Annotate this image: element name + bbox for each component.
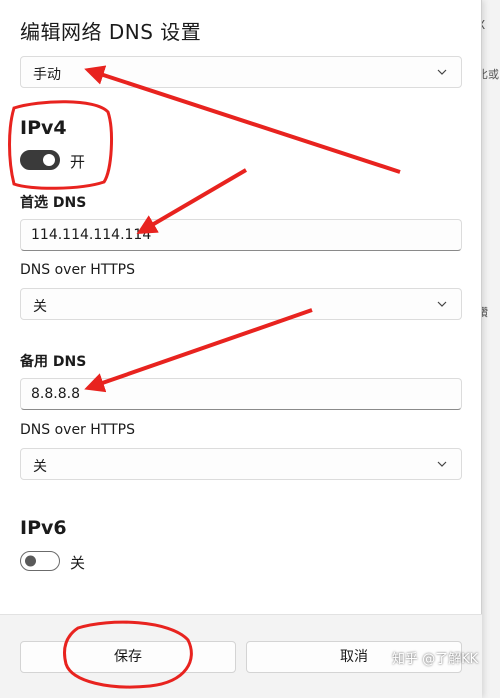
toggle-knob xyxy=(43,154,55,166)
dns-mode-value: 手动 xyxy=(33,67,61,83)
dialog-title: 编辑网络 DNS 设置 xyxy=(20,20,202,44)
ipv4-heading: IPv4 xyxy=(20,117,67,139)
ipv4-toggle-label: 开 xyxy=(70,153,86,171)
preferred-doh-value: 关 xyxy=(33,299,47,315)
chevron-down-icon xyxy=(437,301,447,307)
watermark: 知乎 @了解KK xyxy=(392,652,479,667)
preferred-dns-label: 首选 DNS xyxy=(20,195,87,211)
edit-dns-dialog: 编辑网络 DNS 设置 手动 IPv4 开 首选 DNS 114.114.114… xyxy=(0,0,482,698)
alternate-dns-label: 备用 DNS xyxy=(20,354,87,370)
ipv6-toggle-label: 关 xyxy=(70,554,86,572)
dns-mode-select[interactable]: 手动 xyxy=(20,56,462,88)
ipv6-heading: IPv6 xyxy=(20,517,67,539)
chevron-down-icon xyxy=(437,69,447,75)
ipv6-toggle[interactable] xyxy=(20,551,60,571)
alternate-doh-value: 关 xyxy=(33,459,47,475)
preferred-dns-input[interactable]: 114.114.114.114 xyxy=(20,219,462,251)
ipv4-toggle[interactable] xyxy=(20,150,60,170)
alternate-doh-label: DNS over HTTPS xyxy=(20,422,135,438)
alternate-doh-select[interactable]: 关 xyxy=(20,448,462,480)
chevron-down-icon xyxy=(437,461,447,467)
preferred-doh-select[interactable]: 关 xyxy=(20,288,462,320)
toggle-knob xyxy=(25,555,36,567)
preferred-doh-label: DNS over HTTPS xyxy=(20,262,135,278)
alternate-dns-input[interactable]: 8.8.8.8 xyxy=(20,378,462,410)
save-button[interactable]: 保存 xyxy=(20,641,236,673)
